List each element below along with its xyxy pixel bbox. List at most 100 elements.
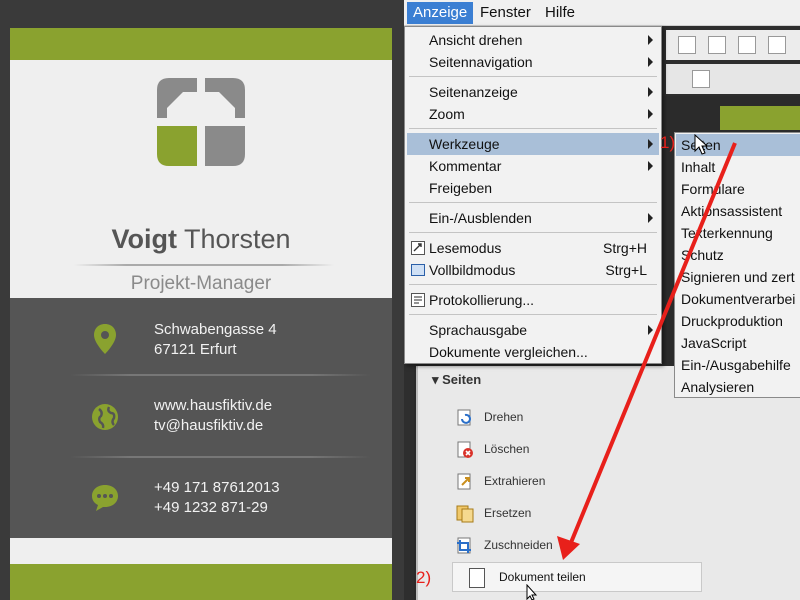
card-phone-row: +49 171 87612013 +49 1232 871-29 <box>10 472 392 532</box>
menu-item-kommentar[interactable]: Kommentar <box>407 155 659 177</box>
menu-anzeige[interactable]: Anzeige <box>407 2 474 24</box>
submenu-item-schutz[interactable]: Schutz <box>676 244 800 266</box>
pages-panel-header[interactable]: ▾ Seiten <box>432 372 481 388</box>
refresh-file-icon[interactable] <box>738 36 756 54</box>
menu-item-label: Lesemodus <box>429 240 502 256</box>
export-file-icon[interactable] <box>708 36 726 54</box>
pages-item-extrahieren[interactable]: Extrahieren <box>438 468 688 496</box>
submenu-item-dokumentverarbeitung[interactable]: Dokumentverarbei <box>676 288 800 310</box>
split-document-label: Dokument teilen <box>499 570 586 584</box>
menu-hilfe[interactable]: Hilfe <box>539 2 581 24</box>
menubar: Anzeige Fenster Hilfe <box>404 0 800 26</box>
submenu-item-label: Schutz <box>681 247 724 263</box>
menu-separator <box>409 128 657 129</box>
submenu-item-label: Signieren und zert <box>681 269 795 285</box>
rotate-icon <box>457 409 471 426</box>
menu-item-protokollierung[interactable]: Protokollierung... <box>407 289 659 311</box>
menu-item-label: Vollbildmodus <box>429 262 516 278</box>
forward-file-icon[interactable] <box>768 36 786 54</box>
submenu-item-texterkennung[interactable]: Texterkennung <box>676 222 800 244</box>
menu-item-werkzeuge[interactable]: Werkzeuge <box>407 133 659 155</box>
document-preview-strip <box>720 106 800 130</box>
menu-item-label: Zoom <box>429 106 465 122</box>
collapse-triangle-icon: ▾ <box>432 372 443 387</box>
split-document-button[interactable]: Dokument teilen <box>452 562 702 592</box>
submenu-item-ein-ausgabehilfe[interactable]: Ein-/Ausgabehilfe <box>676 354 800 376</box>
card-address-row: Schwabengasse 4 67121 Erfurt <box>10 316 392 376</box>
menu-separator <box>409 284 657 285</box>
menu-separator <box>409 76 657 77</box>
pages-item-loeschen[interactable]: Löschen <box>438 436 688 464</box>
pages-item-label: Drehen <box>484 410 524 424</box>
logging-icon <box>411 293 425 307</box>
submenu-item-druckproduktion[interactable]: Druckproduktion <box>676 310 800 332</box>
card-bottom-bar <box>10 564 392 600</box>
menu-item-dokumente-vergleichen[interactable]: Dokumente vergleichen... <box>407 341 659 363</box>
pages-header-label: Seiten <box>442 372 482 387</box>
submenu-item-label: Aktionsassistent <box>681 203 783 219</box>
fullscreen-icon <box>411 264 425 276</box>
menu-item-sprachausgabe[interactable]: Sprachausgabe <box>407 319 659 341</box>
menu-item-label: Werkzeuge <box>429 136 500 152</box>
pages-panel: ▾ Seiten Drehen Löschen Extrahieren Erse… <box>416 366 800 600</box>
step-2-label: 2) <box>416 568 432 587</box>
menu-item-zoom[interactable]: Zoom <box>407 103 659 125</box>
submenu-arrow-icon <box>648 35 653 45</box>
pages-item-drehen[interactable]: Drehen <box>438 404 688 432</box>
house-logo-icon <box>157 78 245 166</box>
menu-item-label: Seitenanzeige <box>429 84 518 100</box>
crop-icon <box>457 537 471 554</box>
menu-item-vollbildmodus[interactable]: Vollbildmodus Strg+L <box>407 259 659 281</box>
pages-item-label: Ersetzen <box>484 506 532 520</box>
submenu-item-analysieren[interactable]: Analysieren <box>676 376 800 398</box>
extract-icon <box>457 473 471 490</box>
menu-separator <box>409 232 657 233</box>
card-role: Projekt-Manager <box>130 273 272 294</box>
pages-item-ersetzen[interactable]: Ersetzen <box>438 500 688 528</box>
submenu-arrow-icon <box>648 161 653 171</box>
card-web: www.hausfiktiv.de tv@hausfiktiv.de <box>154 396 272 436</box>
pages-item-zuschneiden[interactable]: Zuschneiden <box>438 532 688 560</box>
submenu-item-label: JavaScript <box>681 335 747 351</box>
submenu-item-formulare[interactable]: Formulare <box>676 178 800 200</box>
menu-item-seitenanzeige[interactable]: Seitenanzeige <box>407 81 659 103</box>
submenu-item-inhalt[interactable]: Inhalt <box>676 156 800 178</box>
menu-item-label: Dokumente vergleichen... <box>429 344 588 360</box>
submenu-item-javascript[interactable]: JavaScript <box>676 332 800 354</box>
card-website: www.hausfiktiv.de <box>154 397 273 414</box>
menu-item-shortcut: Strg+H <box>603 240 647 256</box>
card-name: Voigt Thorsten <box>10 224 392 255</box>
submenu-arrow-icon <box>648 57 653 67</box>
submenu-item-label: Dokumentverarbei <box>681 291 796 307</box>
submenu-arrow-icon <box>648 87 653 97</box>
step-1-label: 1) <box>660 133 676 152</box>
business-card: Voigt Thorsten Projekt-Manager Schwabeng… <box>10 28 392 600</box>
anzeige-dropdown-menu: Ansicht drehen Seitennavigation Seitenan… <box>404 26 662 364</box>
menu-item-ansicht-drehen[interactable]: Ansicht drehen <box>407 29 659 51</box>
mouse-cursor-icon <box>526 584 538 600</box>
card-divider <box>74 264 334 266</box>
menu-item-lesemodus[interactable]: Lesemodus Strg+H <box>407 237 659 259</box>
delete-file-icon[interactable] <box>678 36 696 54</box>
card-light-band <box>10 538 392 564</box>
fit-page-icon[interactable] <box>692 70 710 88</box>
card-separator <box>70 456 370 458</box>
menu-item-seitennavigation[interactable]: Seitennavigation <box>407 51 659 73</box>
pages-item-label: Löschen <box>484 442 530 456</box>
submenu-item-label: Ein-/Ausgabehilfe <box>681 357 791 373</box>
submenu-item-aktionsassistent[interactable]: Aktionsassistent <box>676 200 800 222</box>
submenu-item-signieren[interactable]: Signieren und zert <box>676 266 800 288</box>
menu-item-ein-ausblenden[interactable]: Ein-/Ausblenden <box>407 207 659 229</box>
mouse-cursor-icon <box>694 134 709 155</box>
menu-item-shortcut: Strg+L <box>605 262 647 278</box>
replace-icon <box>456 505 474 523</box>
submenu-item-label: Formulare <box>681 181 745 197</box>
toolbar-secondary <box>666 64 800 94</box>
menu-fenster[interactable]: Fenster <box>474 2 537 24</box>
map-pin-icon <box>94 324 116 354</box>
pages-item-label: Extrahieren <box>484 474 546 488</box>
submenu-item-label: Texterkennung <box>681 225 773 241</box>
menu-item-label: Sprachausgabe <box>429 322 528 338</box>
menu-item-freigeben[interactable]: Freigeben <box>407 177 659 199</box>
menu-separator <box>409 314 657 315</box>
